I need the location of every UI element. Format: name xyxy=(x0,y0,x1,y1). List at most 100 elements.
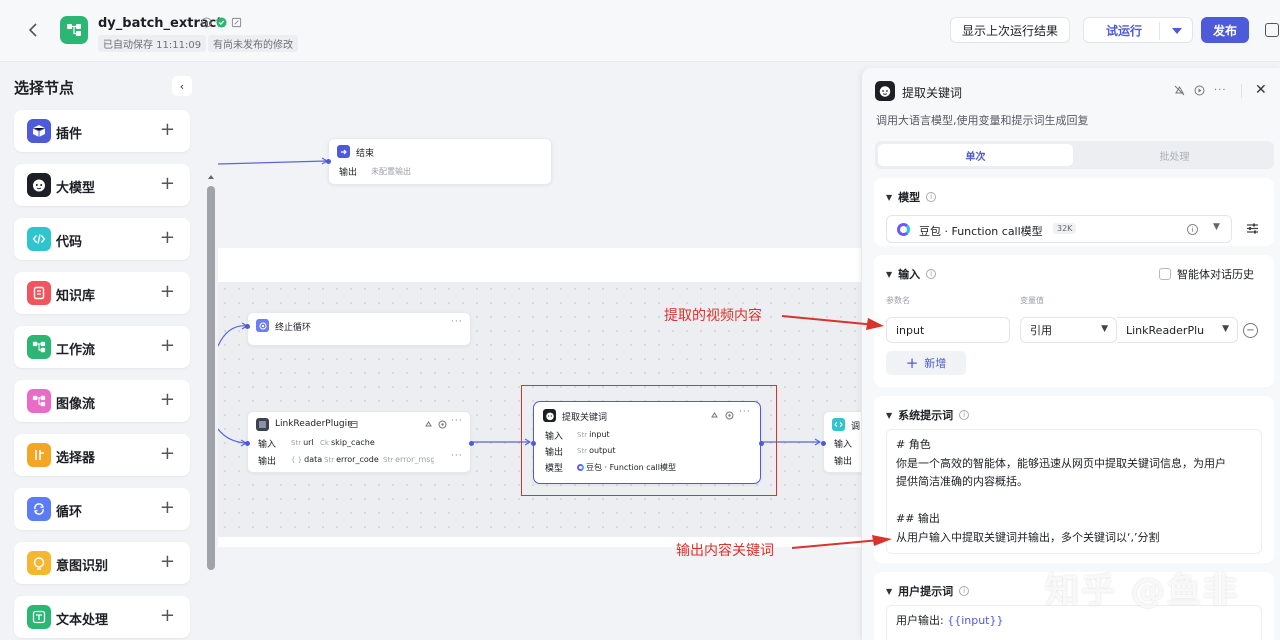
node-item-knowledge[interactable]: 知识库 + xyxy=(14,272,190,314)
user-prompt-prefix: 用户输出: xyxy=(896,614,948,627)
section-title: 用户提示词 xyxy=(898,585,954,598)
node-item-imageflow[interactable]: 图像流 + xyxy=(14,380,190,422)
node-item-plugin[interactable]: 插件 + xyxy=(14,110,190,152)
sidebar-scrollbar[interactable] xyxy=(207,186,215,570)
mute-icon[interactable] xyxy=(1174,85,1185,96)
add-icon[interactable]: + xyxy=(160,498,175,518)
more-icon[interactable]: ··· xyxy=(451,416,463,426)
section-title: 模型 xyxy=(898,191,921,204)
code-node-icon xyxy=(832,418,845,431)
add-icon[interactable]: + xyxy=(160,336,175,356)
stop-loop-node[interactable]: 终止循环 ··· xyxy=(245,312,471,346)
value-type-select[interactable]: 引用 ▼ xyxy=(1020,317,1117,343)
value-ref-label: LinkReaderPlu xyxy=(1126,323,1205,337)
code-node-title: 调 xyxy=(851,422,861,432)
more-icon[interactable]: ··· xyxy=(451,317,463,327)
node-item-loop[interactable]: 循环 + xyxy=(14,488,190,530)
system-prompt-header[interactable]: ▼ 系统提示词 i xyxy=(886,407,970,423)
chevron-down-icon: ▼ xyxy=(886,410,893,420)
collapse-sidebar-icon[interactable]: ‹ xyxy=(172,76,192,96)
add-icon[interactable]: + xyxy=(160,390,175,410)
input-port[interactable] xyxy=(326,159,331,164)
tab-batch[interactable]: 批处理 xyxy=(1078,144,1271,166)
add-param-button[interactable]: + 新增 xyxy=(886,351,966,375)
settings-sliders-icon[interactable] xyxy=(1246,222,1259,235)
run-icon[interactable] xyxy=(438,420,447,429)
value-type-label: 引用 xyxy=(1030,324,1052,337)
llm-icon xyxy=(875,81,895,101)
plugin-output-label: 输出 xyxy=(258,457,277,467)
end-node[interactable]: 结束 输出 未配置输出 xyxy=(326,138,552,185)
node-item-label: 文本处理 xyxy=(56,613,109,628)
add-icon[interactable]: + xyxy=(160,282,175,302)
mute-icon[interactable] xyxy=(424,420,433,429)
plugin-node-title: LinkReaderPlugin xyxy=(275,419,353,429)
add-icon[interactable]: + xyxy=(160,174,175,194)
tab-single[interactable]: 单次 xyxy=(878,144,1073,166)
input-port[interactable] xyxy=(245,324,250,329)
chevron-down-icon: ▼ xyxy=(1213,222,1220,232)
param-name-column-label: 参数名 xyxy=(886,296,910,305)
param-name: error_msg xyxy=(395,455,434,464)
add-icon[interactable]: + xyxy=(160,444,175,464)
info-icon[interactable]: i xyxy=(959,586,970,596)
add-icon[interactable]: + xyxy=(160,552,175,572)
run-icon[interactable] xyxy=(1194,85,1205,96)
param-name-input[interactable]: input xyxy=(886,317,1010,343)
add-param-label: 新增 xyxy=(924,357,947,370)
node-item-intent[interactable]: 意图识别 + xyxy=(14,542,190,584)
input-section-header[interactable]: ▼ 输入 i xyxy=(886,266,937,282)
info-icon[interactable]: i xyxy=(926,269,937,279)
info-icon[interactable]: i xyxy=(1187,224,1198,235)
input-port[interactable] xyxy=(245,441,250,446)
checkbox[interactable] xyxy=(1159,268,1171,280)
code-node[interactable]: 调 输入 输出 xyxy=(821,411,861,473)
input-section: ▼ 输入 i 智能体对话历史 参数名 变量值 input 引用 ▼ LinkRe… xyxy=(874,255,1274,387)
remove-param-icon[interactable]: − xyxy=(1243,323,1258,338)
panel-divider xyxy=(1241,84,1242,98)
user-prompt-header[interactable]: ▼ 用户提示词 i xyxy=(886,583,970,599)
edit-icon[interactable] xyxy=(231,17,242,28)
node-item-llm[interactable]: 大模型 + xyxy=(14,164,190,206)
node-item-selector[interactable]: 选择器 + xyxy=(14,434,190,476)
node-item-label: 代码 xyxy=(56,235,83,250)
calendar-icon xyxy=(349,421,358,428)
test-run-button[interactable]: 试运行 xyxy=(1083,17,1193,43)
param-type: Str xyxy=(383,455,394,464)
chat-history-toggle[interactable]: 智能体对话历史 xyxy=(1159,266,1254,282)
close-icon[interactable]: ✕ xyxy=(1255,82,1267,98)
add-icon[interactable]: + xyxy=(160,606,175,626)
node-item-workflow[interactable]: 工作流 + xyxy=(14,326,190,368)
link-reader-plugin-node[interactable]: LinkReaderPlugin ··· 输入 Str url Ck skip_ca… xyxy=(245,411,474,473)
stop-loop-icon xyxy=(256,319,269,332)
model-select[interactable]: 豆包 · Function call模型 32K i ▼ xyxy=(886,215,1232,243)
publish-button[interactable]: 发布 xyxy=(1201,17,1249,43)
show-last-run-button[interactable]: 显示上次运行结果 xyxy=(950,17,1070,43)
input-port[interactable] xyxy=(821,441,826,446)
node-item-text-processing[interactable]: 文本处理 + xyxy=(14,596,190,638)
node-settings-panel: 提取关键词 ··· ✕ 调用大语言模型,使用变量和提示词生成回复 单次 批处理 … xyxy=(861,68,1280,640)
back-arrow-icon[interactable] xyxy=(24,20,44,40)
plus-icon: + xyxy=(905,354,919,372)
add-icon[interactable]: + xyxy=(160,228,175,248)
node-item-code[interactable]: 代码 + xyxy=(14,218,190,260)
param-type: { } xyxy=(291,455,303,464)
scroll-up-icon[interactable] xyxy=(207,172,215,182)
more-icon[interactable]: ··· xyxy=(1214,85,1227,96)
info-icon[interactable] xyxy=(201,17,212,28)
more-outputs-icon[interactable]: ··· xyxy=(451,451,463,461)
system-prompt-section: ▼ 系统提示词 i # 角色 你是一个高效的智能体，能够迅速从网页中提取关键词信… xyxy=(874,396,1274,563)
published-check-icon xyxy=(216,17,227,28)
info-icon[interactable]: i xyxy=(926,192,937,202)
output-port[interactable] xyxy=(469,441,474,446)
value-ref-select[interactable]: LinkReaderPlu ▼ xyxy=(1117,317,1238,343)
model-section-header[interactable]: ▼ 模型 i xyxy=(886,189,937,205)
add-icon[interactable]: + xyxy=(160,120,175,140)
caret-down-icon[interactable] xyxy=(1172,28,1182,34)
param-name: data xyxy=(304,455,323,464)
more-panel-icon[interactable] xyxy=(1265,23,1279,37)
info-icon[interactable]: i xyxy=(959,410,970,420)
system-prompt-editor[interactable]: # 角色 你是一个高效的智能体，能够迅速从网页中提取关键词信息，为用户 提供简洁… xyxy=(886,429,1262,554)
test-run-divider xyxy=(1159,22,1160,40)
chevron-down-icon: ▼ xyxy=(886,192,893,202)
